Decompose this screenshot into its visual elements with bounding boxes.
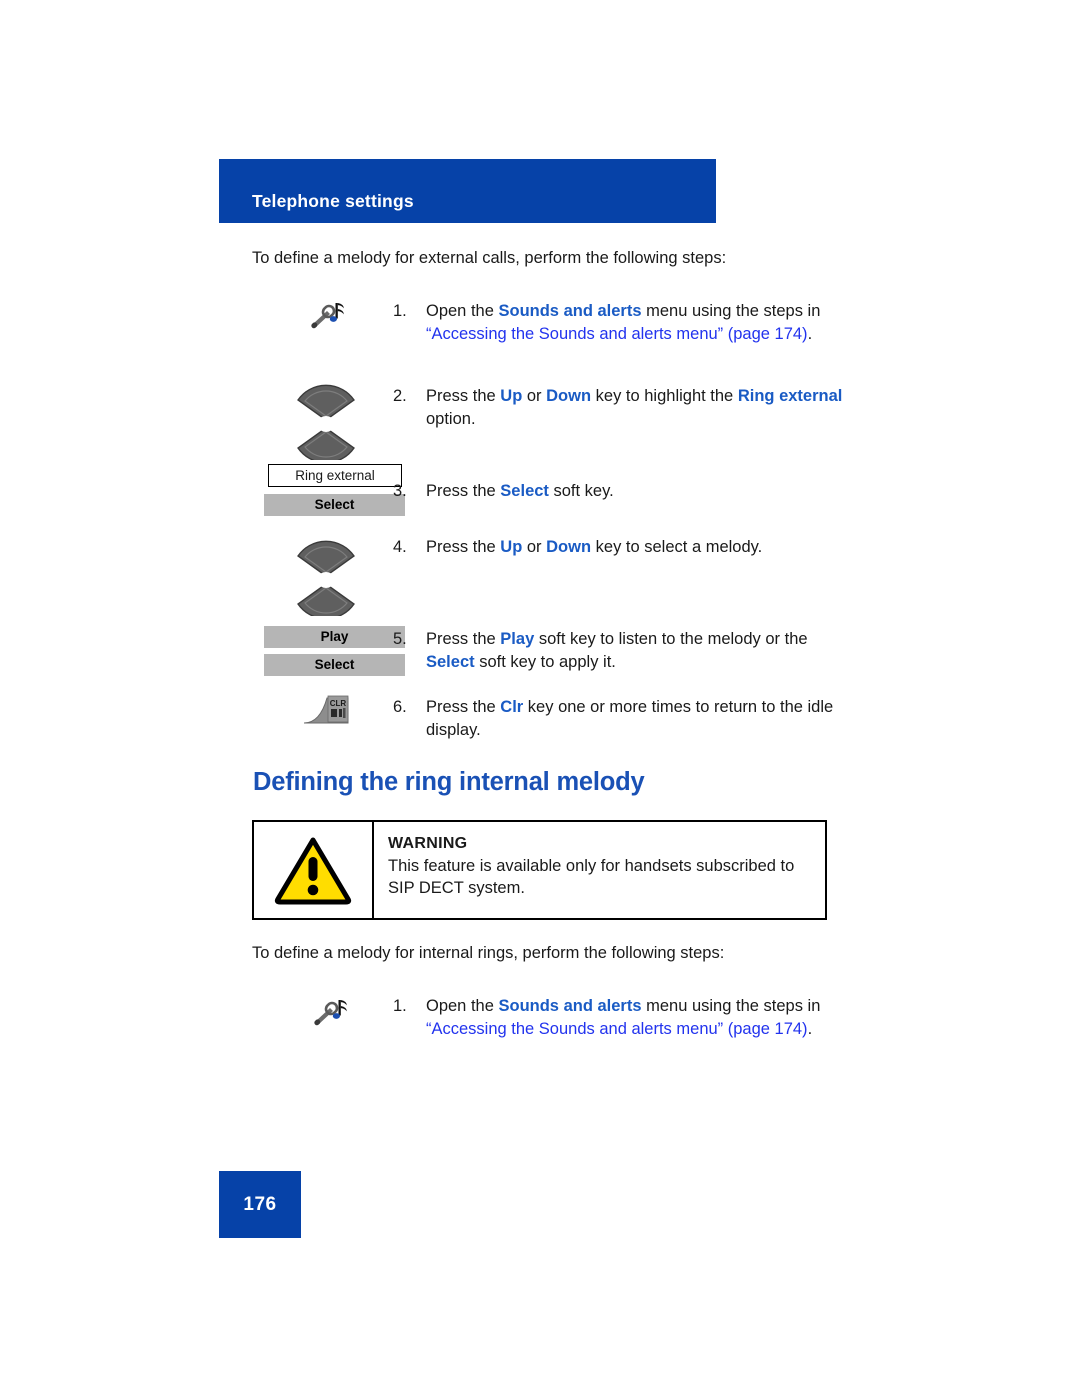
step-number: 1. bbox=[393, 302, 407, 320]
wrench-music-note-icon bbox=[310, 997, 352, 1032]
emphasis-term: Clr bbox=[500, 698, 524, 716]
page-number-badge: 176 bbox=[219, 1171, 301, 1238]
emphasis-term: Play bbox=[500, 630, 535, 648]
step-text: Open the Sounds and alerts menu using th… bbox=[426, 302, 821, 343]
emphasis-term: Down bbox=[546, 387, 592, 405]
emphasis-term: Sounds and alerts bbox=[498, 302, 642, 320]
nav-up-down-keys-icon bbox=[288, 376, 364, 465]
warning-icon-cell bbox=[254, 822, 374, 918]
emphasis-term: Select bbox=[426, 652, 475, 671]
nav-up-down-keys-icon bbox=[288, 532, 364, 621]
step-number: 4. bbox=[393, 538, 407, 556]
step-text: Press the Select soft key. bbox=[426, 482, 614, 500]
step-number: 5. bbox=[393, 630, 407, 648]
emphasis-term: Up bbox=[500, 538, 523, 556]
intro-external-paragraph: To define a melody for external calls, p… bbox=[252, 249, 727, 267]
emphasis-term: Up bbox=[500, 387, 523, 405]
step-text: Open the Sounds and alerts menu using th… bbox=[426, 997, 821, 1038]
step-number: 1. bbox=[393, 997, 407, 1015]
step-text: Press the Up or Down key to highlight th… bbox=[426, 387, 843, 428]
softkey-select-1[interactable]: Select bbox=[264, 494, 405, 516]
emphasis-term: Select bbox=[500, 482, 549, 500]
warning-text-cell: WARNING This feature is available only f… bbox=[374, 822, 825, 918]
warning-triangle-icon bbox=[274, 837, 352, 905]
intro-internal-paragraph: To define a melody for internal rings, p… bbox=[252, 944, 725, 962]
step-text: Press the Play soft key to listen to the… bbox=[426, 630, 808, 671]
cross-reference-link[interactable]: “Accessing the Sounds and alerts menu” (… bbox=[426, 325, 808, 343]
warning-callout-box: WARNING This feature is available only f… bbox=[252, 820, 827, 920]
page-header-banner: Telephone settings bbox=[219, 159, 716, 223]
step-number: 3. bbox=[393, 482, 407, 500]
page-header-title: Telephone settings bbox=[252, 191, 414, 211]
step-number: 2. bbox=[393, 387, 407, 405]
lcd-ring-external-label: Ring external bbox=[268, 464, 402, 487]
section-heading-defining-ring-internal-melody: Defining the ring internal melody bbox=[253, 768, 645, 796]
warning-title: WARNING bbox=[388, 835, 468, 852]
svg-text:CLR: CLR bbox=[330, 699, 347, 708]
step-text: Press the Up or Down key to select a mel… bbox=[426, 538, 763, 556]
wrench-music-note-icon bbox=[307, 300, 349, 335]
softkey-select-2[interactable]: Select bbox=[264, 654, 405, 676]
emphasis-term: Ring external bbox=[737, 387, 843, 405]
softkey-play[interactable]: Play bbox=[264, 626, 405, 648]
emphasis-term: Sounds and alerts bbox=[498, 997, 642, 1015]
emphasis-term: Down bbox=[546, 538, 592, 556]
step-text: Press the Clr key one or more times to r… bbox=[426, 698, 834, 739]
warning-body: This feature is available only for hands… bbox=[388, 857, 795, 897]
clr-key-icon: CLR bbox=[300, 692, 354, 735]
step-number: 6. bbox=[393, 698, 407, 716]
cross-reference-link[interactable]: “Accessing the Sounds and alerts menu” (… bbox=[426, 1020, 808, 1038]
